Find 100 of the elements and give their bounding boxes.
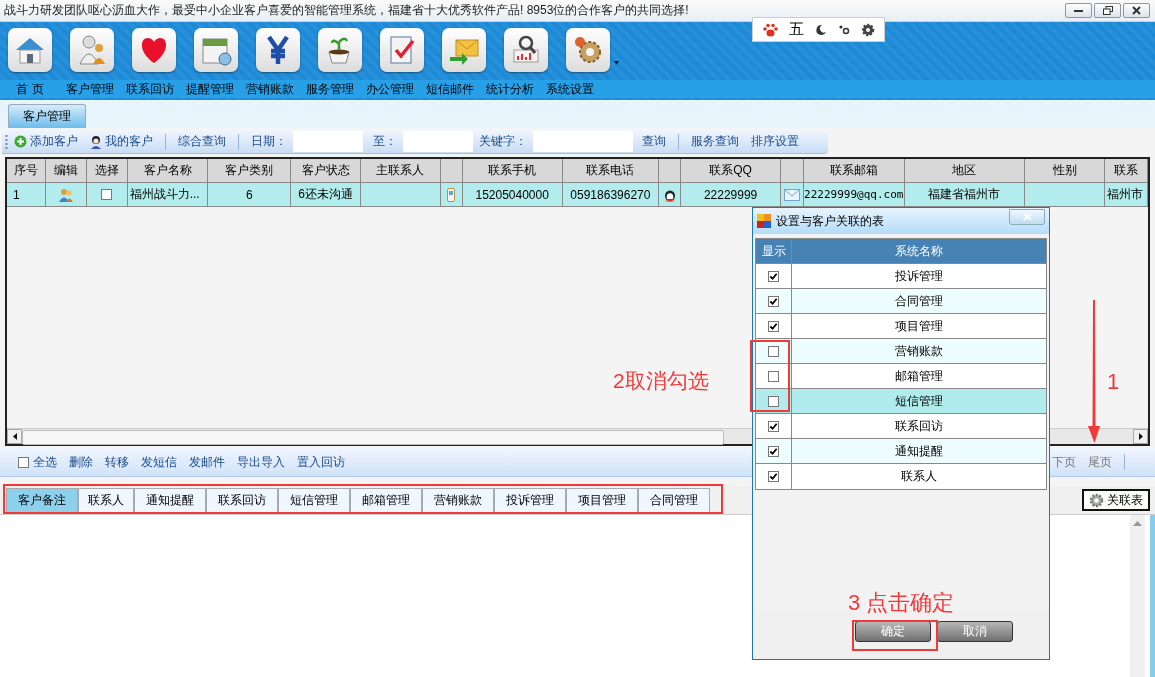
restore-button[interactable]: [1094, 3, 1121, 18]
checkbox[interactable]: [768, 295, 779, 307]
toolbar-label[interactable]: 首 页: [0, 80, 60, 98]
list-row[interactable]: 短信管理: [756, 389, 1046, 414]
toolbar-tile[interactable]: [194, 28, 238, 72]
scroll-left-button[interactable]: [7, 429, 22, 444]
combined-query-button[interactable]: 综合查询: [172, 133, 232, 150]
service-query-button[interactable]: 服务查询: [685, 133, 745, 150]
query-button[interactable]: 查询: [636, 133, 672, 150]
table-cell: 059186396270: [562, 183, 660, 207]
checkbox[interactable]: [768, 395, 779, 407]
toolbar-label[interactable]: 服务管理: [300, 80, 360, 98]
scrollbar-thumb[interactable]: [22, 430, 724, 445]
minimize-button[interactable]: [1065, 3, 1092, 18]
list-row[interactable]: 合同管理: [756, 289, 1046, 314]
toolbar-label[interactable]: 系统设置: [540, 80, 600, 98]
moon-icon[interactable]: [814, 23, 827, 36]
detail-tab[interactable]: 客户备注: [6, 488, 78, 512]
my-customers-button[interactable]: 我的客户: [84, 133, 159, 150]
detail-tab[interactable]: 投诉管理: [494, 488, 566, 512]
sort-settings-button[interactable]: 排序设置: [745, 133, 805, 150]
add-customer-button[interactable]: 添加客户: [8, 133, 84, 150]
action-link[interactable]: 导出导入: [231, 453, 291, 471]
pager-link[interactable]: 下页: [1046, 453, 1082, 471]
table-cell: 福州市: [1105, 183, 1148, 207]
toolbar-tile[interactable]: [380, 28, 424, 72]
toolbar-label[interactable]: 统计分析: [480, 80, 540, 98]
table-row[interactable]: 1 福州战斗力... 6 6还未沟通 15205040000 059186396270 22229999 22229999@qq.com 福建省福州市 福州市: [7, 183, 1148, 207]
toolbar-tile[interactable]: [132, 28, 176, 72]
table-cell: 投诉管理: [895, 267, 943, 285]
checkbox[interactable]: [768, 370, 779, 382]
checkbox[interactable]: [768, 320, 779, 332]
paw-icon[interactable]: [762, 22, 778, 37]
detail-tab[interactable]: 营销账款: [422, 488, 494, 512]
checkbox[interactable]: [768, 471, 779, 482]
column-header: 联系QQ: [681, 159, 781, 183]
pager-link[interactable]: 尾页: [1082, 453, 1118, 471]
checkbox[interactable]: [101, 189, 113, 200]
list-row[interactable]: 营销账款: [756, 339, 1046, 364]
checkbox[interactable]: [768, 345, 779, 357]
column-header: 客户名称: [127, 159, 209, 183]
table-cell: 6: [208, 183, 292, 207]
toolbar-label[interactable]: 办公管理: [360, 80, 420, 98]
checkbox[interactable]: [768, 420, 779, 432]
scroll-right-button[interactable]: [1133, 429, 1148, 444]
column-header: [659, 159, 682, 183]
detail-tab[interactable]: 合同管理: [638, 488, 710, 512]
detail-tab[interactable]: 通知提醒: [134, 488, 206, 512]
toolbar-tile[interactable]: [442, 28, 486, 72]
column-header: 客户状态: [291, 159, 362, 183]
action-link[interactable]: 删除: [63, 453, 99, 471]
module-tab[interactable]: 客户管理: [8, 104, 86, 128]
detail-tab[interactable]: 联系人: [78, 488, 134, 512]
select-all-link[interactable]: 全选: [29, 453, 63, 471]
checkbox[interactable]: [768, 270, 779, 282]
toolbar-label[interactable]: 营销账款: [240, 80, 300, 98]
action-link[interactable]: 置入回访: [291, 453, 351, 471]
highlight-frame: [750, 340, 790, 412]
list-row[interactable]: 联系人: [756, 464, 1046, 489]
toolbar-label[interactable]: 提醒管理: [180, 80, 240, 98]
date-to-field[interactable]: [403, 131, 473, 152]
table-cell: 联系回访: [895, 417, 943, 435]
people-edit-icon[interactable]: [57, 186, 74, 203]
date-from-field[interactable]: [293, 131, 363, 152]
column-header: 显示: [761, 242, 786, 260]
toolbar-tile[interactable]: [256, 28, 300, 72]
toolbar-label[interactable]: 短信邮件: [420, 80, 480, 98]
settings-icon[interactable]: [860, 22, 875, 37]
table-cell: 短信管理: [895, 392, 943, 410]
detail-tab[interactable]: 项目管理: [566, 488, 638, 512]
toolbar-tile[interactable]: [504, 28, 548, 72]
phone-icon[interactable]: [447, 187, 456, 202]
table-cell: 合同管理: [895, 292, 943, 310]
table-cell: 福州战斗力...: [127, 183, 209, 207]
action-link[interactable]: 发邮件: [183, 453, 231, 471]
dots-icon[interactable]: [837, 23, 850, 36]
column-header: 联系邮箱: [803, 159, 905, 183]
grip-icon: [5, 134, 8, 149]
keyword-field[interactable]: [533, 131, 633, 152]
column-header: 地区: [904, 159, 1026, 183]
action-link[interactable]: 转移: [99, 453, 135, 471]
toolbar-tile[interactable]: [8, 28, 52, 72]
action-link[interactable]: 发短信: [135, 453, 183, 471]
checkbox[interactable]: [18, 456, 29, 468]
toolbar-label[interactable]: 联系回访: [120, 80, 180, 98]
toolbar-label[interactable]: 客户管理: [60, 80, 120, 98]
list-row[interactable]: 通知提醒: [756, 439, 1046, 464]
detail-tab[interactable]: 邮箱管理: [350, 488, 422, 512]
detail-tab[interactable]: 短信管理: [278, 488, 350, 512]
date-label: 日期：: [250, 133, 288, 150]
column-header: 联系电话: [562, 159, 660, 183]
caret-icon[interactable]: [614, 61, 619, 65]
checkbox[interactable]: [768, 445, 779, 457]
link-table-button[interactable]: 关联表: [1082, 489, 1150, 511]
close-button[interactable]: [1123, 3, 1150, 18]
input-mode-label[interactable]: 五: [788, 20, 804, 39]
toolbar-tile[interactable]: [70, 28, 114, 72]
window-title: 战斗力研发团队呕心沥血大作，最受中小企业客户喜爱的智能管理系统，福建省十大优秀软件产品! 8953位的合作客户的共同选择!: [4, 2, 690, 19]
detail-tab[interactable]: 联系回访: [206, 488, 278, 512]
toolbar-tile[interactable]: [566, 28, 610, 72]
